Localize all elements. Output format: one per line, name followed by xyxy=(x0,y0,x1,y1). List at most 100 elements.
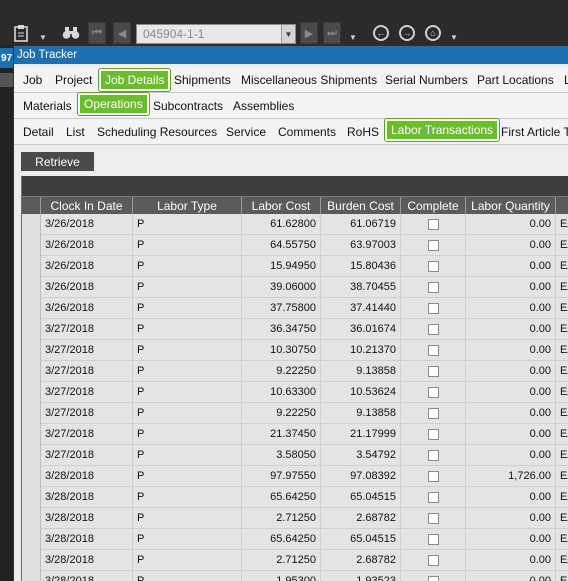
column-header-uom[interactable] xyxy=(556,197,568,215)
complete-checkbox[interactable] xyxy=(427,429,439,440)
complete-checkbox[interactable] xyxy=(427,366,439,377)
tab-detail[interactable]: Detail xyxy=(19,121,58,143)
tab-materials[interactable]: Materials xyxy=(19,95,76,117)
back-icon[interactable]: ← xyxy=(373,25,389,41)
table-row[interactable]: 3/27/2018P10.6330010.53624 0.00EA xyxy=(22,382,568,403)
table-row[interactable]: 3/28/2018P65.6425065.04515 0.00EA xyxy=(22,529,568,550)
tab-serial-numbers[interactable]: Serial Numbers xyxy=(381,69,472,91)
column-header-complete[interactable]: Complete xyxy=(401,197,466,215)
complete-checkbox[interactable] xyxy=(427,492,439,503)
row-selector[interactable] xyxy=(22,235,41,256)
table-row[interactable]: 3/27/2018P9.222509.13858 0.00EA xyxy=(22,403,568,424)
complete-checkbox[interactable] xyxy=(427,219,439,230)
binoculars-icon[interactable] xyxy=(62,22,80,44)
row-selector[interactable] xyxy=(22,466,41,487)
row-selector[interactable] xyxy=(22,361,41,382)
complete-checkbox[interactable] xyxy=(427,303,439,314)
cell-clock-in-date: 3/27/2018 xyxy=(41,319,133,340)
complete-checkbox[interactable] xyxy=(427,513,439,524)
tab-assemblies[interactable]: Assemblies xyxy=(229,95,298,117)
forward-icon[interactable]: → xyxy=(399,25,415,41)
row-selector[interactable] xyxy=(22,298,41,319)
tab-job-details[interactable]: Job Details xyxy=(97,68,172,92)
chevron-down-icon[interactable]: ▼ xyxy=(349,33,357,42)
column-header-burden-cost[interactable]: Burden Cost xyxy=(321,197,401,215)
row-selector[interactable] xyxy=(22,319,41,340)
chevron-down-icon[interactable]: ▼ xyxy=(281,25,295,43)
row-selector[interactable] xyxy=(22,550,41,571)
table-row[interactable]: 3/28/2018P2.712502.68782 0.00EA xyxy=(22,550,568,571)
row-selector[interactable] xyxy=(22,571,41,581)
table-row[interactable]: 3/27/2018P21.3745021.17999 0.00EA xyxy=(22,424,568,445)
tab-project[interactable]: Project xyxy=(51,69,96,91)
table-row[interactable]: 3/26/2018P37.7580037.41440 0.00EA xyxy=(22,298,568,319)
previous-record-button[interactable]: ◀ xyxy=(113,22,131,44)
complete-checkbox[interactable] xyxy=(427,240,439,251)
chevron-down-icon[interactable]: ▼ xyxy=(39,33,47,42)
complete-checkbox[interactable] xyxy=(427,282,439,293)
row-selector[interactable] xyxy=(22,424,41,445)
left-strip-field[interactable] xyxy=(0,73,13,87)
table-row[interactable]: 3/26/2018P61.6280061.06719 0.00EA xyxy=(22,214,568,235)
row-selector[interactable] xyxy=(22,487,41,508)
complete-checkbox[interactable] xyxy=(427,408,439,419)
retrieve-button[interactable]: Retrieve xyxy=(21,152,94,171)
row-selector[interactable] xyxy=(22,508,41,529)
complete-checkbox[interactable] xyxy=(427,345,439,356)
complete-checkbox[interactable] xyxy=(427,555,439,566)
complete-checkbox[interactable] xyxy=(427,324,439,335)
tab-service[interactable]: Service xyxy=(222,121,270,143)
tab-subcontracts[interactable]: Subcontracts xyxy=(149,95,227,117)
complete-checkbox[interactable] xyxy=(427,450,439,461)
table-row[interactable]: 3/28/2018P1.953001.93523 0.00EA xyxy=(22,571,568,581)
tab-more[interactable]: L xyxy=(560,69,568,91)
tab-job[interactable]: Job xyxy=(19,69,46,91)
column-header-clock-in-date[interactable]: Clock In Date xyxy=(41,197,133,215)
row-selector[interactable] xyxy=(22,529,41,550)
tab-miscellaneous-shipments[interactable]: Miscellaneous Shipments xyxy=(237,69,381,91)
table-row[interactable]: 3/27/2018P3.580503.54792 0.00EA xyxy=(22,445,568,466)
tab-rohs[interactable]: RoHS xyxy=(343,121,383,143)
row-selector[interactable] xyxy=(22,277,41,298)
last-record-button[interactable]: ⏭ xyxy=(323,22,341,44)
row-selector[interactable] xyxy=(22,340,41,361)
table-row[interactable]: 3/28/2018P2.712502.68782 0.00EA xyxy=(22,508,568,529)
complete-checkbox[interactable] xyxy=(427,576,439,581)
tab-part-locations[interactable]: Part Locations xyxy=(473,69,558,91)
job-number-value[interactable]: 045904-1-1 xyxy=(137,27,281,41)
tab-scheduling-resources[interactable]: Scheduling Resources xyxy=(93,121,221,143)
complete-checkbox[interactable] xyxy=(427,261,439,272)
table-row[interactable]: 3/27/2018P10.3075010.21370 0.00EA xyxy=(22,340,568,361)
column-header-labor-cost[interactable]: Labor Cost xyxy=(242,197,321,215)
tab-operations[interactable]: Operations xyxy=(77,92,150,116)
table-row[interactable]: 3/26/2018P15.9495015.80436 0.00EA xyxy=(22,256,568,277)
chevron-down-icon[interactable]: ▼ xyxy=(450,33,458,42)
tab-shipments[interactable]: Shipments xyxy=(170,69,235,91)
table-row[interactable]: 3/27/2018P36.3475036.01674 0.00EA xyxy=(22,319,568,340)
home-icon[interactable]: ⌂ xyxy=(425,25,441,41)
row-selector[interactable] xyxy=(22,214,41,235)
job-number-combo[interactable]: 045904-1-1 ▼ xyxy=(136,24,296,44)
tab-labor-transactions[interactable]: Labor Transactions xyxy=(383,118,501,142)
tab-list[interactable]: List xyxy=(62,121,89,143)
row-selector[interactable] xyxy=(22,256,41,277)
tab-comments[interactable]: Comments xyxy=(274,121,340,143)
row-selector[interactable] xyxy=(22,382,41,403)
table-row[interactable]: 3/28/2018P97.9755097.08392 1,726.00EA xyxy=(22,466,568,487)
table-row[interactable]: 3/28/2018P65.6425065.04515 0.00EA xyxy=(22,487,568,508)
row-selector[interactable] xyxy=(22,445,41,466)
column-header-labor-quantity[interactable]: Labor Quantity xyxy=(466,197,556,215)
next-record-button[interactable]: ▶ xyxy=(300,22,318,44)
tab-first-article[interactable]: First Article T xyxy=(497,121,568,143)
table-row[interactable]: 3/27/2018P9.222509.13858 0.00EA xyxy=(22,361,568,382)
first-record-button[interactable]: ⏮ xyxy=(88,22,106,44)
table-row[interactable]: 3/26/2018P64.5575063.97003 0.00EA xyxy=(22,235,568,256)
row-selector[interactable] xyxy=(22,403,41,424)
cell-labor-type: P xyxy=(133,382,242,403)
complete-checkbox[interactable] xyxy=(427,534,439,545)
clipboard-icon[interactable] xyxy=(14,22,28,44)
complete-checkbox[interactable] xyxy=(427,387,439,398)
column-header-labor-type[interactable]: Labor Type xyxy=(133,197,242,215)
complete-checkbox[interactable] xyxy=(427,471,439,482)
table-row[interactable]: 3/26/2018P39.0600038.70455 0.00EA xyxy=(22,277,568,298)
